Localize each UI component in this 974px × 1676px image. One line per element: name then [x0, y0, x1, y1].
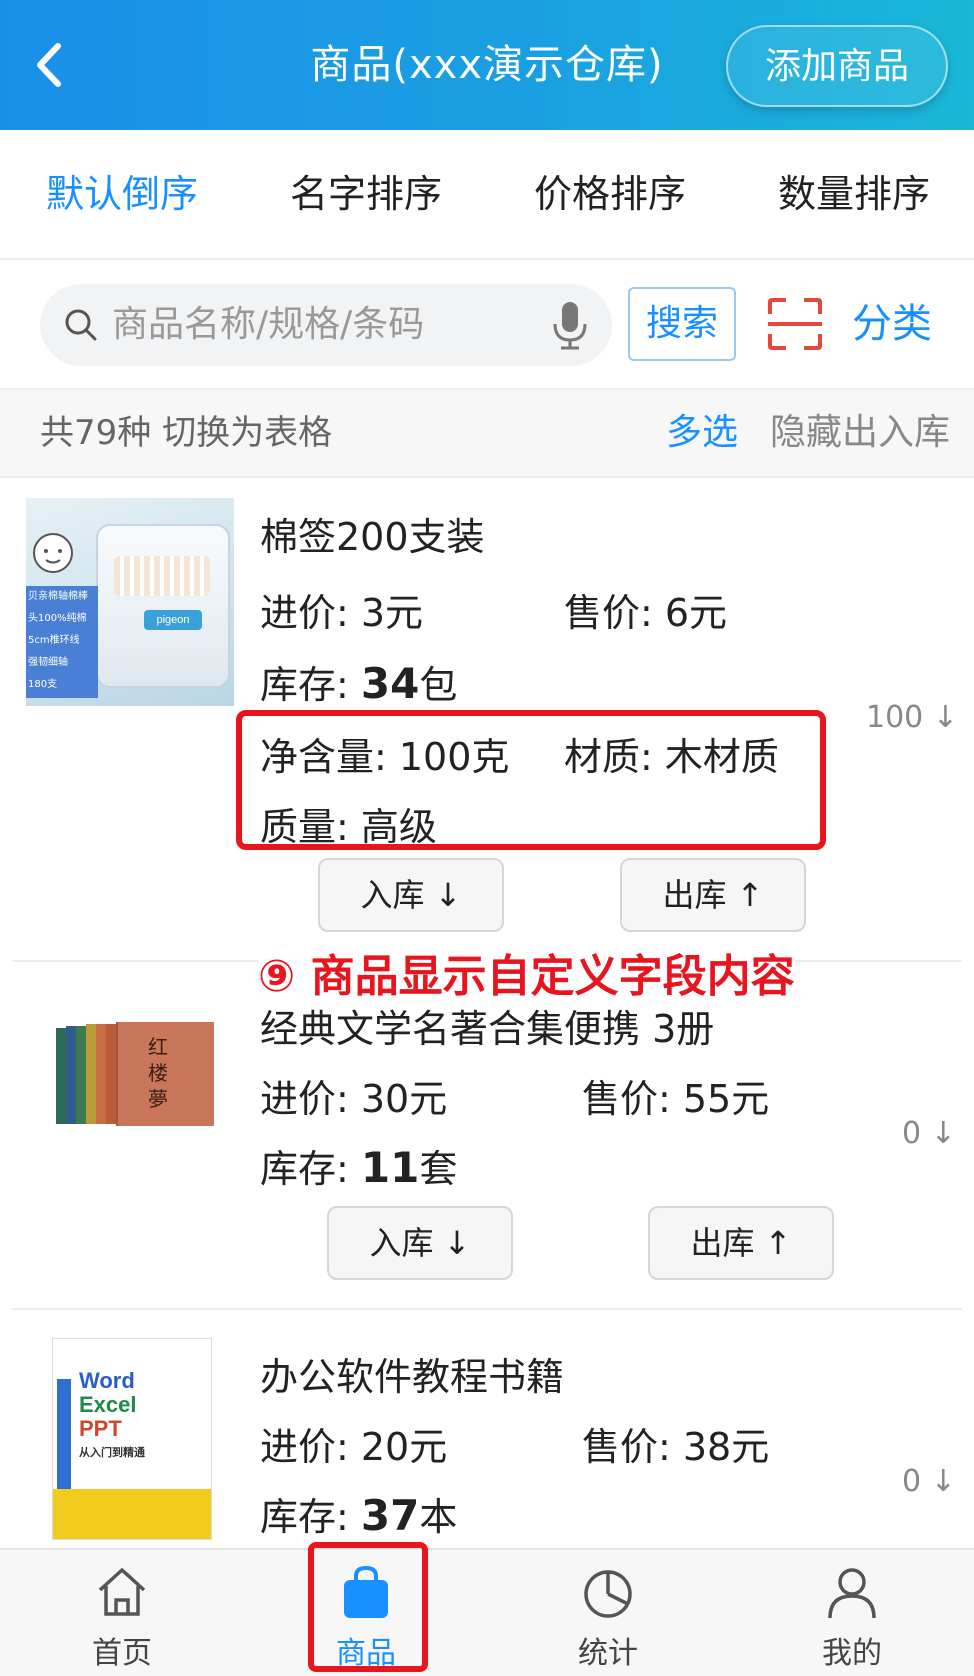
- scan-icon[interactable]: [766, 296, 824, 352]
- add-product-button[interactable]: 添加商品: [726, 25, 948, 107]
- stock-number: 37: [360, 1491, 420, 1540]
- cost-price: 进价: 20元: [260, 1425, 448, 1469]
- home-icon: [98, 1568, 146, 1616]
- product-item[interactable]: Word Excel PPT 从入门到精通 办公软件教程书籍 进价: 20元 售…: [0, 1310, 974, 1548]
- right-count: 0 ↓: [902, 1464, 956, 1499]
- highlight-box: [236, 710, 826, 850]
- sale-price: 售价: 38元: [582, 1425, 770, 1469]
- product-thumbnail: Word Excel PPT 从入门到精通: [52, 1338, 212, 1540]
- count-label: 共79种: [40, 413, 152, 453]
- sale-price: 售价: 55元: [582, 1077, 770, 1121]
- product-name: 办公软件教程书籍: [260, 1355, 565, 1399]
- nav-stats-label: 统计: [578, 1636, 638, 1671]
- highlight-box: [308, 1542, 428, 1672]
- switch-table-link[interactable]: 切换为表格: [162, 413, 332, 453]
- thumbnail-title: Word Excel PPT 从入门到精通: [79, 1368, 145, 1460]
- product-thumbnail: 红 楼 夢: [56, 1022, 214, 1128]
- user-icon: [828, 1568, 876, 1619]
- right-count: 100 ↓: [866, 700, 958, 735]
- product-thumbnail: pigeon 贝亲棉轴棉棒 头100%纯棉 5cm椎环线 强韧细轴 180支: [26, 498, 234, 706]
- nav-mine-label: 我的: [822, 1636, 882, 1671]
- stock-in-button[interactable]: 入库 ↓: [327, 1206, 513, 1280]
- sale-price: 售价: 6元: [564, 591, 728, 635]
- right-count: 0 ↓: [902, 1116, 956, 1151]
- stock-number: 11: [360, 1143, 420, 1192]
- category-link[interactable]: 分类: [852, 260, 932, 388]
- bottom-nav: 首页 商品 统计 我的: [0, 1548, 974, 1676]
- search-button[interactable]: 搜索: [628, 287, 736, 361]
- product-count: 共79种 切换为表格: [40, 390, 332, 476]
- tab-default-desc[interactable]: 默认倒序: [22, 130, 222, 258]
- summary-row: 共79种 切换为表格 多选 隐藏出入库: [0, 390, 974, 478]
- tab-name-sort[interactable]: 名字排序: [266, 130, 466, 258]
- nav-home[interactable]: 首页: [42, 1550, 202, 1676]
- microphone-icon[interactable]: [550, 300, 590, 352]
- cost-price: 进价: 30元: [260, 1077, 448, 1121]
- sort-tabs: 默认倒序 名字排序 价格排序 数量排序: [0, 130, 974, 260]
- thumbnail-label: 贝亲棉轴棉棒 头100%纯棉 5cm椎环线 强韧细轴 180支: [26, 586, 98, 698]
- search-input[interactable]: 商品名称/规格/条码: [40, 284, 612, 366]
- search-row: 商品名称/规格/条码 搜索 分类: [0, 260, 974, 390]
- stock: 库存: 34包: [260, 659, 458, 708]
- product-item[interactable]: pigeon 贝亲棉轴棉棒 头100%纯棉 5cm椎环线 强韧细轴 180支 棉…: [0, 478, 974, 958]
- stock-number: 34: [360, 659, 420, 708]
- stock-out-button[interactable]: 出库 ↑: [648, 1206, 834, 1280]
- tab-price-sort[interactable]: 价格排序: [510, 130, 710, 258]
- stock-in-button[interactable]: 入库 ↓: [318, 858, 504, 932]
- product-item[interactable]: 红 楼 夢 经典文学名著合集便携 3册 进价: 30元 售价: 55元 库存: …: [0, 962, 974, 1306]
- product-name: 棉签200支装: [260, 515, 485, 559]
- product-name: 经典文学名著合集便携 3册: [260, 1007, 715, 1051]
- nav-home-label: 首页: [92, 1636, 152, 1671]
- tab-quantity-sort[interactable]: 数量排序: [754, 130, 954, 258]
- cost-price: 进价: 3元: [260, 591, 424, 635]
- nav-mine[interactable]: 我的: [772, 1550, 932, 1676]
- pie-chart-icon: [584, 1570, 632, 1618]
- stock: 库存: 11套: [260, 1143, 458, 1192]
- baby-face-icon: [33, 533, 73, 573]
- thumbnail-title: 红 楼 夢: [148, 1035, 168, 1111]
- multi-select-link[interactable]: 多选: [666, 390, 738, 476]
- nav-stats[interactable]: 统计: [528, 1550, 688, 1676]
- search-icon: [65, 309, 97, 341]
- search-placeholder: 商品名称/规格/条码: [112, 304, 425, 345]
- stock-out-button[interactable]: 出库 ↑: [620, 858, 806, 932]
- hide-inout-link[interactable]: 隐藏出入库: [770, 390, 950, 476]
- stock: 库存: 37本: [260, 1491, 458, 1540]
